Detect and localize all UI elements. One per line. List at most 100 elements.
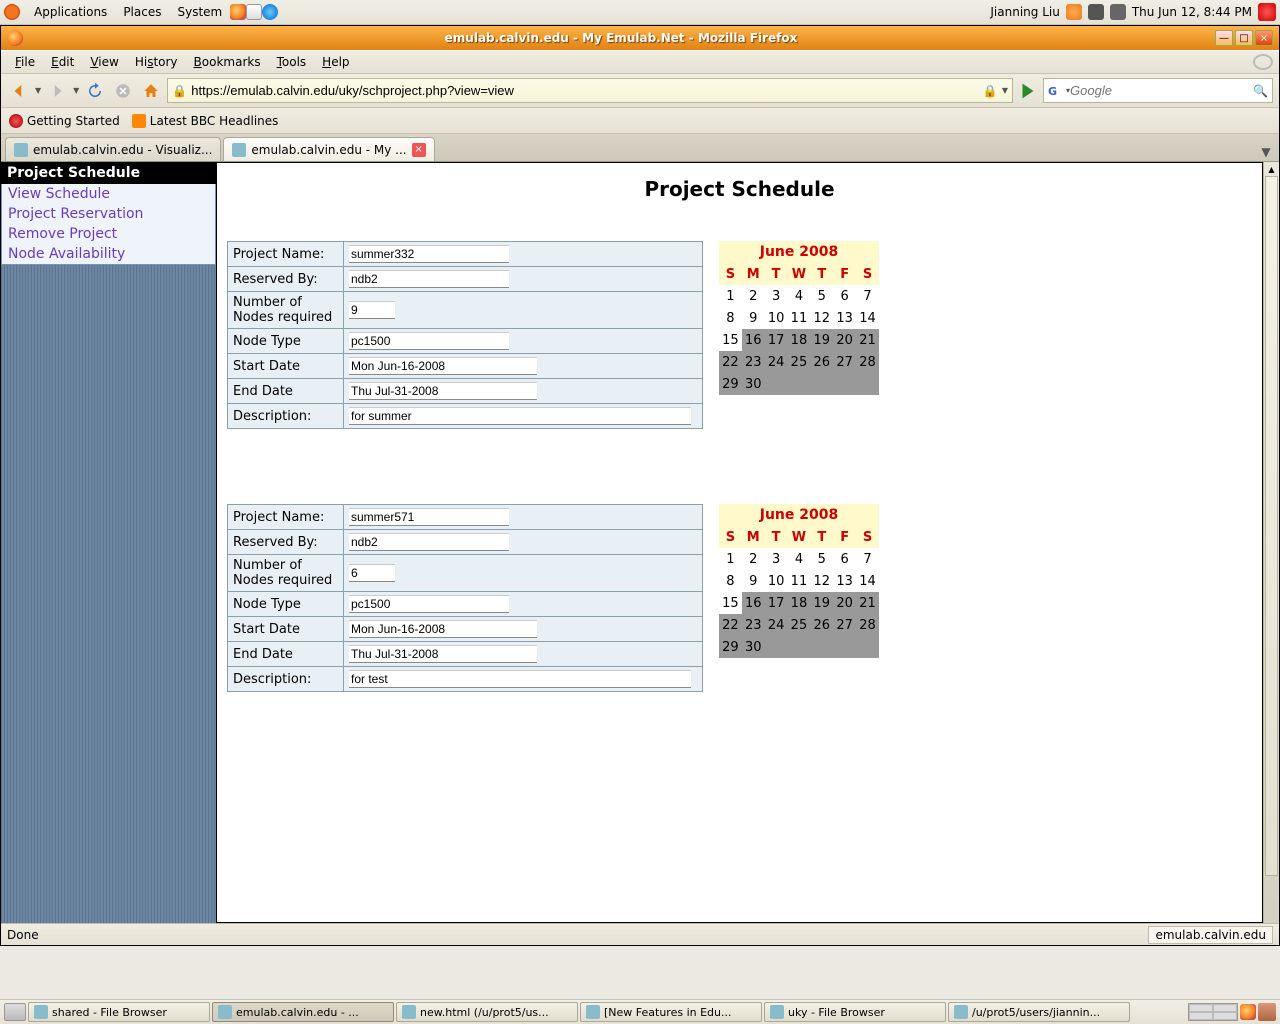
- reload-button[interactable]: [83, 79, 107, 103]
- tab-close-icon[interactable]: ×: [412, 143, 426, 157]
- tray-firefox-icon[interactable]: [1240, 1004, 1256, 1020]
- tab-1-active[interactable]: emulab.calvin.edu - My ...×: [223, 137, 434, 161]
- calendar-day[interactable]: 20: [833, 592, 856, 614]
- url-dropdown-icon[interactable]: ▼: [1002, 86, 1008, 95]
- calendar-day[interactable]: 23: [742, 614, 765, 636]
- page-main[interactable]: Project Schedule Project Name:Reserved B…: [216, 162, 1263, 923]
- calendar-day[interactable]: 1: [719, 548, 742, 570]
- back-dropdown-icon[interactable]: ▼: [35, 86, 41, 95]
- calendar-day[interactable]: 25: [788, 614, 811, 636]
- stop-button[interactable]: [111, 79, 135, 103]
- calendar-day[interactable]: 3: [765, 285, 788, 307]
- calendar-day[interactable]: [833, 636, 856, 658]
- calendar-day[interactable]: 15: [719, 592, 742, 614]
- show-desktop-button[interactable]: [4, 1003, 26, 1021]
- tab-list-dropdown-icon[interactable]: ▼: [1257, 143, 1275, 161]
- menu-history[interactable]: History: [127, 55, 186, 69]
- minimize-button[interactable]: —: [1215, 30, 1233, 46]
- calendar-day[interactable]: 29: [719, 636, 742, 658]
- update-notifier-icon[interactable]: [1066, 4, 1082, 20]
- input-project-name[interactable]: [349, 508, 509, 526]
- sidebar-item-node-availability[interactable]: Node Availability: [2, 244, 215, 264]
- calendar-day[interactable]: 16: [742, 592, 765, 614]
- home-button[interactable]: [139, 79, 163, 103]
- input-start-date[interactable]: [349, 620, 537, 638]
- calendar-day[interactable]: 5: [810, 285, 833, 307]
- calendar-day[interactable]: 12: [810, 307, 833, 329]
- calendar-day[interactable]: 2: [742, 285, 765, 307]
- menu-system[interactable]: System: [169, 5, 230, 19]
- input-description[interactable]: [349, 407, 691, 425]
- calendar-day[interactable]: 14: [856, 307, 879, 329]
- calendar-day[interactable]: 18: [788, 329, 811, 351]
- taskbar-task[interactable]: new.html (/u/prot5/us...: [396, 1002, 578, 1022]
- calendar-day[interactable]: 3: [765, 548, 788, 570]
- taskbar-task[interactable]: uky - File Browser: [764, 1002, 946, 1022]
- calendar-day[interactable]: 23: [742, 351, 765, 373]
- calendar-day[interactable]: [856, 636, 879, 658]
- maximize-button[interactable]: □: [1235, 30, 1253, 46]
- calendar-day[interactable]: 22: [719, 351, 742, 373]
- bookmark-getting-started[interactable]: Getting Started: [9, 114, 120, 128]
- search-icon[interactable]: 🔍: [1253, 84, 1268, 98]
- taskbar-task[interactable]: shared - File Browser: [28, 1002, 210, 1022]
- sidebar-item-view-schedule[interactable]: View Schedule: [2, 184, 215, 204]
- go-button[interactable]: [1017, 80, 1039, 102]
- calendar-day[interactable]: 24: [765, 614, 788, 636]
- calendar-day[interactable]: 27: [833, 351, 856, 373]
- input-end-date[interactable]: [349, 645, 537, 663]
- calendar-day[interactable]: 28: [856, 614, 879, 636]
- input-num-nodes[interactable]: [349, 564, 395, 582]
- calendar-day[interactable]: 10: [765, 307, 788, 329]
- calendar-day[interactable]: 9: [742, 307, 765, 329]
- forward-dropdown-icon[interactable]: ▼: [73, 86, 79, 95]
- window-titlebar[interactable]: emulab.calvin.edu - My Emulab.Net - Mozi…: [1, 26, 1279, 50]
- calendar-day[interactable]: 13: [833, 570, 856, 592]
- bookmark-bbc-headlines[interactable]: Latest BBC Headlines: [132, 114, 279, 128]
- mail-launcher-icon[interactable]: [246, 4, 262, 20]
- firefox-launcher-icon[interactable]: [230, 4, 246, 20]
- calendar-day[interactable]: 6: [833, 548, 856, 570]
- calendar-day[interactable]: [788, 373, 811, 395]
- calendar-day[interactable]: 11: [788, 570, 811, 592]
- calendar-day[interactable]: 30: [742, 636, 765, 658]
- input-num-nodes[interactable]: [349, 301, 395, 319]
- calendar-day[interactable]: 10: [765, 570, 788, 592]
- calendar-day[interactable]: 12: [810, 570, 833, 592]
- menu-view[interactable]: View: [82, 55, 126, 69]
- keyboard-indicator-icon[interactable]: [1088, 4, 1104, 20]
- calendar-day[interactable]: [833, 373, 856, 395]
- calendar-day[interactable]: 30: [742, 373, 765, 395]
- calendar-day[interactable]: 15: [719, 329, 742, 351]
- calendar-day[interactable]: [788, 636, 811, 658]
- calendar-day[interactable]: 4: [788, 285, 811, 307]
- menu-bookmarks[interactable]: Bookmarks: [186, 55, 269, 69]
- calendar-day[interactable]: 17: [765, 329, 788, 351]
- calendar-day[interactable]: 7: [856, 285, 879, 307]
- calendar-day[interactable]: 8: [719, 307, 742, 329]
- calendar-day[interactable]: 6: [833, 285, 856, 307]
- calendar-day[interactable]: 5: [810, 548, 833, 570]
- search-box[interactable]: ▾ 🔍: [1043, 78, 1273, 103]
- calendar-day[interactable]: 13: [833, 307, 856, 329]
- calendar-day[interactable]: 2: [742, 548, 765, 570]
- scrollbar[interactable]: ▲: [1263, 162, 1279, 923]
- calendar-day[interactable]: 29: [719, 373, 742, 395]
- input-start-date[interactable]: [349, 357, 537, 375]
- input-description[interactable]: [349, 670, 691, 688]
- input-project-name[interactable]: [349, 245, 509, 263]
- taskbar-task[interactable]: [New Features in Edu...: [580, 1002, 762, 1022]
- ubuntu-logo-icon[interactable]: [4, 4, 20, 20]
- input-node-type[interactable]: [349, 595, 509, 613]
- menu-edit[interactable]: Edit: [43, 55, 82, 69]
- calendar-day[interactable]: 21: [856, 329, 879, 351]
- help-launcher-icon[interactable]: [262, 4, 278, 20]
- calendar-day[interactable]: 19: [810, 329, 833, 351]
- calendar-day[interactable]: 18: [788, 592, 811, 614]
- calendar-day[interactable]: [765, 373, 788, 395]
- calendar-day[interactable]: 24: [765, 351, 788, 373]
- calendar-day[interactable]: 17: [765, 592, 788, 614]
- sidebar-item-remove-project[interactable]: Remove Project: [2, 224, 215, 244]
- calendar-day[interactable]: 14: [856, 570, 879, 592]
- search-input[interactable]: [1070, 83, 1253, 98]
